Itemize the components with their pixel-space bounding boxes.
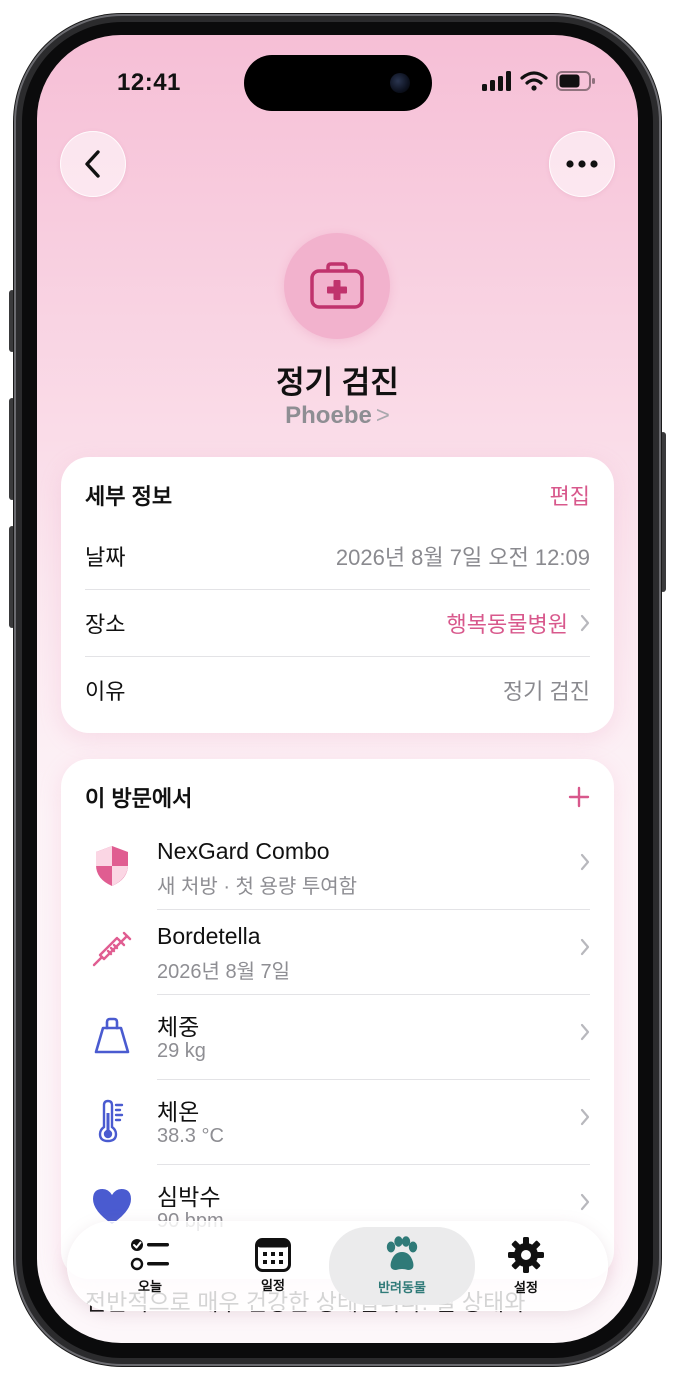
- more-button[interactable]: [549, 131, 615, 197]
- cellular-icon: [482, 71, 511, 91]
- edit-button[interactable]: 편집: [550, 479, 590, 511]
- weight-icon: [94, 1017, 130, 1054]
- chevron-right-icon: [580, 1193, 590, 1211]
- pet-name: Phoebe: [285, 402, 372, 429]
- reason-label: 이유: [85, 679, 126, 704]
- tab-label: 일정: [261, 1278, 285, 1293]
- tab-label: 반려동물: [378, 1280, 426, 1295]
- medical-kit-icon: [310, 262, 364, 309]
- details-card: 세부 정보 편집 날짜 2026년 8월 7일 오전 12:09 장소 행복동물…: [61, 457, 614, 733]
- item-subtitle: 새 처방 · 첫 용량 투여함: [157, 876, 358, 898]
- visit-title: 정기 검진: [276, 365, 399, 400]
- wifi-icon: [520, 71, 548, 91]
- paw-icon: [386, 1236, 418, 1270]
- list-item-temperature[interactable]: 체온 38.3 °C: [85, 1080, 590, 1164]
- date-row: 날짜 2026년 8월 7일 오전 12:09: [85, 523, 590, 589]
- screen: 12:41 정기 검진 Phoebe > 세부 정보 편집 날짜 2026년 8…: [37, 35, 638, 1343]
- chevron-right-icon: [580, 1108, 590, 1126]
- tab-bar: 오늘 일정 반려동물 설정: [67, 1221, 608, 1311]
- calendar-icon: [255, 1238, 291, 1272]
- plus-icon[interactable]: [568, 786, 590, 808]
- date-label: 날짜: [85, 545, 126, 570]
- status-time: 12:41: [117, 69, 181, 96]
- item-title: 체중: [157, 1014, 200, 1040]
- heart-icon: [93, 1189, 131, 1224]
- item-title: 체온: [157, 1099, 200, 1125]
- chevron-left-icon: [85, 150, 100, 178]
- visit-card: 이 방문에서 NexGard Combo 새 처방 · 첫 용량 투여함 Bor…: [61, 759, 614, 1279]
- back-button[interactable]: [60, 131, 126, 197]
- item-title: Bordetella: [157, 923, 261, 949]
- chevron-right-icon: [580, 938, 590, 956]
- item-subtitle: 38.3 °C: [157, 1125, 224, 1147]
- pet-chevron: >: [375, 402, 390, 429]
- chevron-right-icon: [580, 1023, 590, 1041]
- syringe-icon: [92, 931, 132, 967]
- tab-today[interactable]: 오늘: [85, 1221, 215, 1311]
- thermometer-icon: [98, 1099, 124, 1143]
- status-icons: [482, 71, 596, 91]
- battery-icon: [556, 71, 595, 91]
- tab-schedule[interactable]: 일정: [208, 1221, 338, 1311]
- item-title: 심박수: [157, 1184, 221, 1210]
- ellipsis-icon: [566, 160, 598, 168]
- item-subtitle: 2026년 8월 7일: [157, 961, 291, 983]
- dynamic-island: [244, 55, 432, 111]
- details-title: 세부 정보: [85, 484, 173, 509]
- reason-row: 이유 정기 검진: [85, 657, 590, 723]
- location-row[interactable]: 장소 행복동물병원: [85, 590, 590, 656]
- visit-type-badge: [284, 233, 390, 339]
- tab-settings[interactable]: 설정: [461, 1221, 591, 1311]
- tab-label: 오늘: [138, 1279, 162, 1294]
- location-value: 행복동물병원: [446, 612, 568, 637]
- list-item-vaccine[interactable]: Bordetella 2026년 8월 7일: [85, 910, 590, 994]
- reason-value: 정기 검진: [502, 679, 590, 704]
- visit-title-label: 이 방문에서: [85, 786, 193, 811]
- list-item-medication[interactable]: NexGard Combo 새 처방 · 첫 용량 투여함: [85, 825, 590, 909]
- item-subtitle: 29 kg: [157, 1040, 206, 1062]
- location-label: 장소: [85, 612, 126, 637]
- tab-pets[interactable]: 반려동물: [329, 1227, 475, 1305]
- item-title: NexGard Combo: [157, 838, 330, 864]
- date-value: 2026년 8월 7일 오전 12:09: [335, 545, 590, 570]
- list-item-weight[interactable]: 체중 29 kg: [85, 995, 590, 1079]
- chevron-right-icon: [580, 614, 590, 632]
- chevron-right-icon: [580, 853, 590, 871]
- pet-link[interactable]: Phoebe >: [37, 402, 638, 430]
- shield-icon: [96, 846, 128, 886]
- gear-icon: [508, 1237, 544, 1273]
- tab-label: 설정: [514, 1280, 538, 1295]
- checklist-icon: [130, 1239, 169, 1271]
